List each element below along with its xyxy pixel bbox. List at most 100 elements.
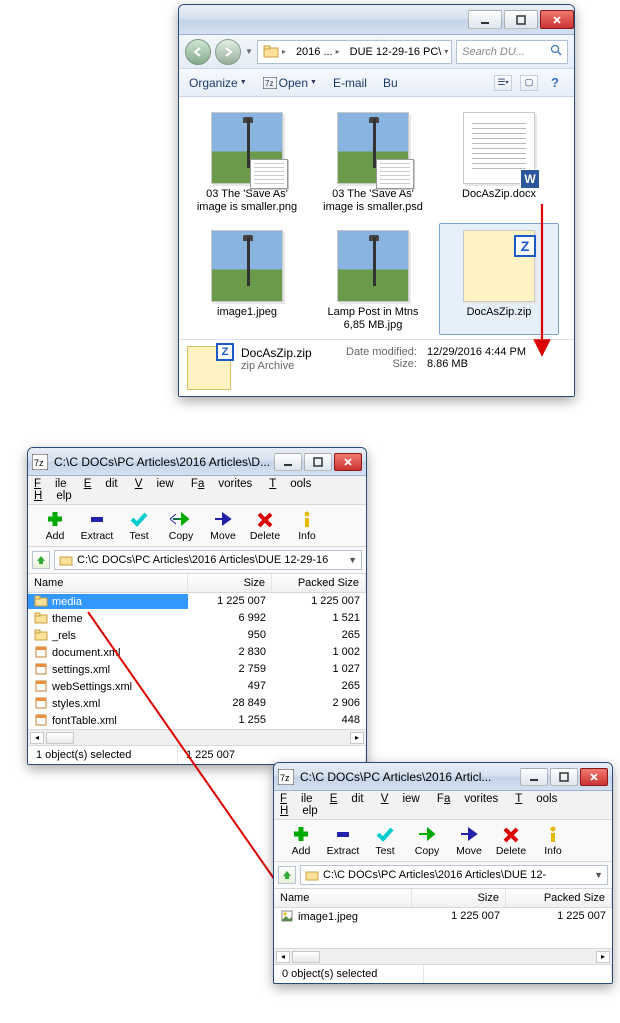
zip-badge-icon: Z bbox=[514, 235, 536, 257]
delete-button[interactable]: Delete bbox=[244, 509, 286, 542]
info-button[interactable]: Info bbox=[286, 509, 328, 542]
close-button[interactable] bbox=[540, 10, 574, 29]
titlebar-a[interactable]: 7z C:\C DOCs\PC Articles\2016 Articles\D… bbox=[28, 448, 366, 476]
list-row[interactable]: image1.jpeg1 225 0071 225 007 bbox=[274, 908, 612, 925]
list-row[interactable]: theme6 9921 521 bbox=[28, 610, 366, 627]
menu-tools[interactable]: Tools bbox=[269, 478, 311, 490]
email-button[interactable]: E-mail bbox=[333, 76, 367, 90]
menu-favorites[interactable]: Favorites bbox=[191, 478, 252, 490]
file-tile[interactable]: image1.jpeg bbox=[187, 223, 307, 335]
chevron-down-icon[interactable]: ▼ bbox=[594, 870, 603, 880]
list-row[interactable]: webSettings.xml497265 bbox=[28, 678, 366, 695]
extract-button[interactable]: Extract bbox=[76, 509, 118, 542]
file-tile[interactable]: Lamp Post in Mtns 6,85 MB.jpg bbox=[313, 223, 433, 335]
col-packed[interactable]: Packed Size bbox=[272, 574, 366, 592]
menu-edit[interactable]: Edit bbox=[330, 793, 364, 805]
preview-pane-button[interactable]: ▢ bbox=[520, 75, 538, 91]
menu-view[interactable]: View bbox=[381, 793, 420, 805]
menubar-b[interactable]: File Edit View Favorites Tools Help bbox=[274, 791, 612, 820]
scroll-right-button[interactable]: ▸ bbox=[350, 732, 364, 744]
list-row[interactable]: settings.xml2 7591 027 bbox=[28, 661, 366, 678]
close-button[interactable] bbox=[580, 768, 608, 786]
list-row[interactable]: _rels950265 bbox=[28, 627, 366, 644]
search-icon bbox=[550, 44, 562, 59]
burn-button[interactable]: Bu bbox=[383, 76, 398, 90]
minimize-button[interactable] bbox=[468, 10, 502, 29]
breadcrumb-seg1[interactable]: 2016 ... bbox=[296, 46, 333, 58]
folder-icon bbox=[305, 869, 319, 881]
col-name[interactable]: Name bbox=[28, 574, 188, 592]
menu-edit[interactable]: Edit bbox=[84, 478, 118, 490]
list-row[interactable]: styles.xml28 8492 906 bbox=[28, 695, 366, 712]
close-button[interactable] bbox=[334, 453, 362, 471]
copy-button[interactable]: Copy bbox=[160, 509, 202, 542]
organize-button[interactable]: Organize ▼ bbox=[189, 76, 247, 90]
list-header-a[interactable]: Name Size Packed Size bbox=[28, 574, 366, 593]
scroll-thumb[interactable] bbox=[292, 951, 320, 963]
maximize-button[interactable] bbox=[304, 453, 332, 471]
search-input[interactable]: Search DU... bbox=[456, 40, 568, 64]
maximize-button[interactable] bbox=[550, 768, 578, 786]
explorer-titlebar[interactable] bbox=[179, 5, 574, 35]
file-tile[interactable]: W DocAsZip.docx bbox=[439, 105, 559, 217]
file-list-a[interactable]: Name Size Packed Size media1 225 0071 22… bbox=[28, 574, 366, 729]
chevron-down-icon[interactable]: ▼ bbox=[245, 47, 253, 56]
test-button[interactable]: Test bbox=[118, 509, 160, 542]
col-size[interactable]: Size bbox=[412, 889, 506, 907]
scroll-thumb[interactable] bbox=[46, 732, 74, 744]
list-row[interactable]: document.xml2 8301 002 bbox=[28, 644, 366, 661]
minimize-button[interactable] bbox=[274, 453, 302, 471]
titlebar-b[interactable]: 7z C:\C DOCs\PC Articles\2016 Articl... bbox=[274, 763, 612, 791]
move-button[interactable]: Move bbox=[448, 824, 490, 857]
chevron-down-icon[interactable]: ▼ bbox=[348, 555, 357, 565]
delete-button[interactable]: Delete bbox=[490, 824, 532, 857]
menu-file[interactable]: File bbox=[280, 793, 313, 805]
add-button[interactable]: Add bbox=[280, 824, 322, 857]
info-button[interactable]: Info bbox=[532, 824, 574, 857]
list-header-b[interactable]: Name Size Packed Size bbox=[274, 889, 612, 908]
scroll-right-button[interactable]: ▸ bbox=[596, 951, 610, 963]
path-input-b[interactable]: C:\C DOCs\PC Articles\2016 Articles\DUE … bbox=[300, 865, 608, 885]
col-name[interactable]: Name bbox=[274, 889, 412, 907]
add-button[interactable]: Add bbox=[34, 509, 76, 542]
col-size[interactable]: Size bbox=[188, 574, 272, 592]
breadcrumb-seg2[interactable]: DUE 12-29-16 PC\ bbox=[350, 46, 442, 58]
menu-help[interactable]: Help bbox=[280, 805, 318, 817]
file-tile[interactable]: 03 The 'Save As' image is smaller.psd bbox=[313, 105, 433, 217]
list-row[interactable]: media1 225 0071 225 007 bbox=[28, 593, 366, 610]
details-filename[interactable]: DocAsZip.zip bbox=[241, 346, 336, 360]
extract-button[interactable]: Extract bbox=[322, 824, 364, 857]
menu-view[interactable]: View bbox=[135, 478, 174, 490]
nav-back-button[interactable] bbox=[185, 39, 211, 65]
col-packed[interactable]: Packed Size bbox=[506, 889, 612, 907]
image-icon bbox=[280, 910, 294, 922]
up-button[interactable] bbox=[32, 551, 50, 569]
horizontal-scrollbar-a[interactable]: ◂ ▸ bbox=[28, 729, 366, 745]
menubar-a[interactable]: File Edit View Favorites Tools Help bbox=[28, 476, 366, 505]
nav-forward-button[interactable] bbox=[215, 39, 241, 65]
copy-button[interactable]: Copy bbox=[406, 824, 448, 857]
file-tile[interactable]: 03 The 'Save As' image is smaller.png bbox=[187, 105, 307, 217]
view-options-button[interactable]: ☰▾ bbox=[494, 75, 512, 91]
help-button[interactable]: ? bbox=[546, 75, 564, 91]
up-button[interactable] bbox=[278, 866, 296, 884]
details-type: zip Archive bbox=[241, 360, 336, 372]
horizontal-scrollbar-b[interactable]: ◂ ▸ bbox=[274, 948, 612, 964]
scroll-left-button[interactable]: ◂ bbox=[276, 951, 290, 963]
test-button[interactable]: Test bbox=[364, 824, 406, 857]
scroll-left-button[interactable]: ◂ bbox=[30, 732, 44, 744]
move-button[interactable]: Move bbox=[202, 509, 244, 542]
file-tile-selected[interactable]: Z DocAsZip.zip bbox=[439, 223, 559, 335]
file-list-b[interactable]: Name Size Packed Size image1.jpeg1 225 0… bbox=[274, 889, 612, 948]
list-row[interactable]: fontTable.xml1 255448 bbox=[28, 712, 366, 729]
maximize-button[interactable] bbox=[504, 10, 538, 29]
menu-file[interactable]: File bbox=[34, 478, 67, 490]
path-input-a[interactable]: C:\C DOCs\PC Articles\2016 Articles\DUE … bbox=[54, 550, 362, 570]
minimize-button[interactable] bbox=[520, 768, 548, 786]
menu-favorites[interactable]: Favorites bbox=[437, 793, 498, 805]
menu-help[interactable]: Help bbox=[34, 490, 72, 502]
files-area[interactable]: 03 The 'Save As' image is smaller.png 03… bbox=[179, 97, 574, 339]
breadcrumb[interactable]: ▸ 2016 ...▸ DUE 12-29-16 PC\▾ bbox=[257, 40, 452, 64]
menu-tools[interactable]: Tools bbox=[515, 793, 557, 805]
open-button[interactable]: 7z Open ▼ bbox=[263, 76, 317, 90]
